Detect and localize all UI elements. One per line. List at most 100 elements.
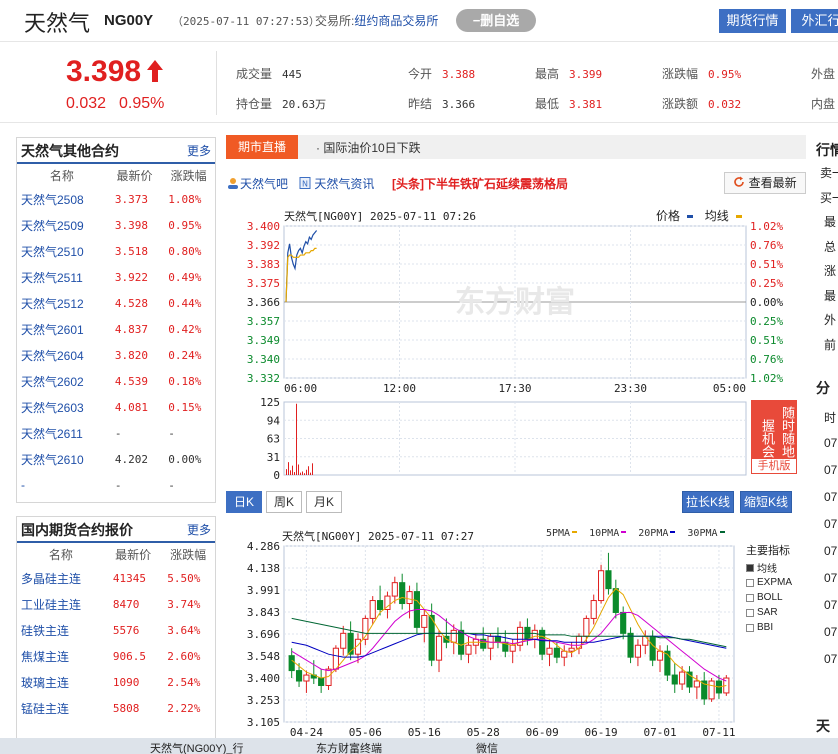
contract-price: 3.398 — [114, 218, 148, 232]
contract-change: 0.24% — [168, 348, 202, 362]
quote-change-amount: 涨跌额 0.032 — [662, 97, 742, 111]
candle-body — [318, 677, 325, 686]
candle-body — [656, 650, 664, 661]
contract-name[interactable]: 焦煤主连 — [17, 643, 105, 669]
contract-name[interactable]: 天然气2602 — [17, 368, 107, 394]
contract-change: 5.50% — [167, 571, 201, 585]
contract-name[interactable]: 玻璃主连 — [17, 669, 105, 695]
table-row[interactable]: 焦煤主连 906.5 2.60% — [17, 643, 215, 669]
right-row: 07 — [824, 625, 838, 639]
fx-quotes-button[interactable]: 外汇行 — [791, 9, 838, 33]
y-tick-label-right: 0.76% — [750, 239, 783, 252]
taskbar-item-terminal[interactable]: 东方财富终端 — [316, 738, 382, 754]
table-row[interactable]: --- — [17, 472, 215, 498]
taskbar-item-wechat[interactable]: 微信 — [476, 738, 498, 754]
indicator-expma[interactable]: EXPMA — [746, 575, 806, 590]
table-row[interactable]: 天然气2602 4.539 0.18% — [17, 368, 215, 394]
indicator-bbi[interactable]: BBI — [746, 620, 806, 635]
checkbox-icon[interactable] — [746, 563, 754, 572]
mobile-promo-label[interactable]: 手机版 — [751, 458, 797, 474]
table-row[interactable]: 天然气2511 3.922 0.49% — [17, 264, 215, 290]
shorten-kline-button[interactable]: 缩短K线 — [740, 491, 792, 513]
contract-name[interactable]: 天然气2511 — [17, 264, 107, 290]
checkbox-icon[interactable] — [746, 593, 754, 602]
table-row[interactable]: 天然气2510 3.518 0.80% — [17, 238, 215, 264]
table-row[interactable]: 天然气2611- - — [17, 420, 215, 446]
kline-chart[interactable]: 天然气[NG00Y] 2025-07-11 07:27 5PMA 10PMA 2… — [226, 520, 806, 754]
contract-name[interactable]: 工业硅主连 — [17, 591, 105, 617]
remove-watchlist-button[interactable]: −删自选 — [456, 9, 536, 32]
live-tag[interactable]: 期市直播 — [226, 135, 298, 159]
table-row[interactable]: 玻璃主连 1090 2.54% — [17, 669, 215, 695]
refresh-latest-button[interactable]: 查看最新 — [724, 172, 806, 194]
indicator-boll[interactable]: BOLL — [746, 590, 806, 605]
col-name: 名称 — [49, 168, 74, 183]
table-row[interactable]: 天然气2508 3.373 1.08% — [17, 186, 215, 212]
candle-body — [627, 632, 634, 658]
contract-name[interactable]: 天然气2604 — [17, 342, 107, 368]
news-link[interactable]: N 天然气资讯 — [299, 175, 374, 192]
intraday-chart[interactable]: 天然气[NG00Y] 2025-07-11 07:26 价格 均线 3.400 1… — [226, 200, 806, 480]
table-row[interactable]: 天然气2610 4.202 0.00% — [17, 446, 215, 472]
domestic-futures-panel: 国内期货合约报价 更多 名称 最新价 涨跌幅 多晶硅主连 41345 5.50% 工业… — [16, 516, 216, 754]
table-row[interactable]: 多晶硅主连 41345 5.50% — [17, 565, 215, 591]
table-row[interactable]: 天然气2512 4.528 0.44% — [17, 290, 215, 316]
headline-link[interactable]: [头条]下半年铁矿石延续震荡格局 — [392, 175, 568, 192]
contract-name[interactable]: 天然气2510 — [17, 238, 107, 264]
candle-body — [649, 635, 656, 661]
contract-name[interactable]: 锰硅主连 — [17, 695, 105, 721]
contract-name[interactable]: 天然气2601 — [17, 316, 107, 342]
contract-name[interactable]: 天然气2508 — [17, 186, 107, 212]
instrument-name: 天然气 — [24, 11, 91, 36]
more-link[interactable]: 更多 — [187, 138, 211, 164]
refresh-icon — [734, 176, 745, 187]
contract-name[interactable]: 天然气2509 — [17, 212, 107, 238]
table-row[interactable]: 天然气2603 4.081 0.15% — [17, 394, 215, 420]
tab-weekly[interactable]: 周K — [266, 491, 302, 513]
price-change-pct: 0.95% — [119, 95, 165, 112]
divider — [216, 51, 217, 115]
right-row: 总 — [824, 239, 837, 254]
volume-tick-label: 0 — [273, 469, 280, 480]
taskbar-item-browser[interactable]: 天然气(NG00Y)_行 — [150, 738, 244, 754]
tab-monthly[interactable]: 月K — [306, 491, 342, 513]
checkbox-icon[interactable] — [746, 578, 754, 587]
table-row[interactable]: 天然气2601 4.837 0.42% — [17, 316, 215, 342]
right-row: 07 — [824, 517, 838, 531]
contract-name[interactable]: 天然气2610 — [17, 446, 107, 472]
futures-quotes-button[interactable]: 期货行情 — [719, 9, 786, 33]
candle-body — [539, 629, 546, 655]
table-row[interactable]: 天然气2509 3.398 0.95% — [17, 212, 215, 238]
exchange-link[interactable]: 纽约商品交易所 — [354, 14, 438, 28]
candle-body — [391, 582, 398, 597]
lengthen-kline-button[interactable]: 拉长K线 — [682, 491, 734, 513]
y-tick-label: 4.138 — [247, 562, 280, 575]
forum-link[interactable]: 天然气吧 — [226, 175, 288, 192]
tab-daily[interactable]: 日K — [226, 491, 262, 513]
quote-header: 天然气 NG00Y （2025-07-11 07:27:53） 交易所:纽约商品… — [0, 0, 838, 42]
contract-name[interactable]: 硅铁主连 — [17, 617, 105, 643]
volume-bar — [294, 472, 295, 475]
table-row[interactable]: 工业硅主连 8470 3.74% — [17, 591, 215, 617]
checkbox-icon[interactable] — [746, 608, 754, 617]
contract-name[interactable]: 天然气2603 — [17, 394, 107, 420]
checkbox-icon[interactable] — [746, 623, 754, 632]
contract-name[interactable]: - — [17, 472, 107, 498]
contract-change: 0.18% — [168, 374, 202, 388]
table-row[interactable]: 硅铁主连 5576 3.64% — [17, 617, 215, 643]
candle-body — [561, 650, 568, 658]
y-tick-label: 3.696 — [247, 628, 280, 641]
table-row[interactable]: 天然气2604 3.820 0.24% — [17, 342, 215, 368]
forum-icon — [228, 178, 238, 189]
indicator-ma[interactable]: 均线 — [746, 560, 806, 575]
right-row: 涨 — [824, 264, 837, 278]
indicator-sar[interactable]: SAR — [746, 605, 806, 620]
more-link[interactable]: 更多 — [187, 517, 211, 543]
contract-name[interactable]: 天然气2512 — [17, 290, 107, 316]
col-name: 名称 — [48, 547, 73, 562]
table-row[interactable]: 锰硅主连 5808 2.22% — [17, 695, 215, 721]
contract-name[interactable]: 多晶硅主连 — [17, 565, 105, 591]
contract-name[interactable]: 天然气2611 — [17, 420, 107, 446]
y-tick-label-right: 1.02% — [750, 220, 783, 233]
news-ticker-text[interactable]: · 国际油价10日下跌 — [316, 139, 421, 156]
